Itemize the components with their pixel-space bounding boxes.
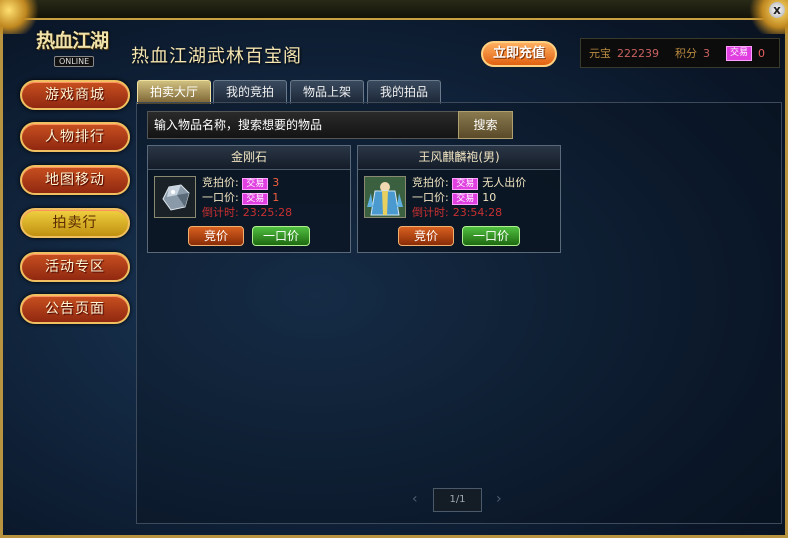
countdown-value: 23:25:28 bbox=[242, 206, 293, 219]
trade-value: 0 bbox=[758, 46, 766, 60]
auction-item-card: 金刚石 竞拍价: 交易 3 一口价: 交易 1 倒计时: 23:25:28 竞价 一口… bbox=[147, 145, 351, 253]
logo-subtext: ONLINE bbox=[54, 56, 95, 67]
close-button[interactable]: x bbox=[769, 2, 785, 18]
auction-item-card: 王风麒麟袍(男) 竞拍价: 交易 无人出价 一口价: 交易 10 倒计时: 23:54… bbox=[357, 145, 561, 253]
countdown-label: 倒计时: bbox=[412, 206, 449, 219]
countdown-label: 倒计时: bbox=[202, 206, 239, 219]
yuanbao-value: 222239 bbox=[617, 46, 659, 60]
sidebar-item-shop[interactable]: 游戏商城 bbox=[20, 80, 130, 110]
sidebar-item-auction[interactable]: 拍卖行 bbox=[20, 208, 130, 238]
title-bar bbox=[0, 0, 788, 20]
buyout-price-value: 1 bbox=[272, 191, 280, 204]
page-indicator: 1/1 bbox=[433, 488, 482, 512]
trade-badge: 交易 bbox=[452, 193, 479, 205]
search-button[interactable]: 搜索 bbox=[458, 111, 513, 139]
item-price-info: 竞拍价: 交易 无人出价 一口价: 交易 10 倒计时: 23:54:28 bbox=[412, 176, 526, 220]
sidebar-item-ranking[interactable]: 人物排行 bbox=[20, 122, 130, 152]
item-name: 金刚石 bbox=[148, 146, 350, 170]
tab-auction-hall[interactable]: 拍卖大厅 bbox=[137, 80, 211, 104]
trade-badge: 交易 bbox=[452, 178, 479, 190]
chevron-right-icon[interactable]: › bbox=[496, 491, 502, 507]
buyout-button[interactable]: 一口价 bbox=[252, 226, 310, 246]
item-price-info: 竞拍价: 交易 3 一口价: 交易 1 倒计时: 23:25:28 bbox=[202, 176, 292, 220]
trade-badge: 交易 bbox=[726, 45, 753, 61]
robe-item-icon[interactable] bbox=[364, 176, 406, 218]
bid-price-label: 竞拍价: bbox=[202, 176, 239, 189]
buyout-price-label: 一口价: bbox=[202, 191, 239, 204]
diamond-item-icon[interactable] bbox=[154, 176, 196, 218]
sidebar-item-map-teleport[interactable]: 地图移动 bbox=[20, 165, 130, 195]
pagination: ‹ 1/1 › bbox=[412, 488, 508, 512]
search-input[interactable]: 输入物品名称，搜索想要的物品 bbox=[147, 111, 459, 139]
tab-my-bids[interactable]: 我的竞拍 bbox=[213, 80, 287, 104]
game-logo: 热血江湖 ONLINE bbox=[36, 26, 122, 76]
buyout-price-value: 10 bbox=[482, 191, 497, 204]
logo-text: 热血江湖 bbox=[36, 30, 109, 52]
sidebar-item-events[interactable]: 活动专区 bbox=[20, 252, 130, 282]
countdown-value: 23:54:28 bbox=[452, 206, 503, 219]
buyout-price-label: 一口价: bbox=[412, 191, 449, 204]
trade-badge: 交易 bbox=[242, 178, 269, 190]
tab-list-item[interactable]: 物品上架 bbox=[290, 80, 364, 104]
chevron-left-icon[interactable]: ‹ bbox=[412, 491, 418, 507]
bid-button[interactable]: 竞价 bbox=[398, 226, 454, 246]
page-title: 热血江湖武林百宝阁 bbox=[131, 46, 302, 67]
tab-my-listings[interactable]: 我的拍品 bbox=[367, 80, 441, 104]
bid-button[interactable]: 竞价 bbox=[188, 226, 244, 246]
currency-panel: 元宝 222239 积分 3 交易 0 bbox=[580, 38, 780, 68]
bid-price-label: 竞拍价: bbox=[412, 176, 449, 189]
points-label: 积分 bbox=[675, 47, 697, 60]
yuanbao-label: 元宝 bbox=[589, 47, 611, 60]
trade-badge: 交易 bbox=[242, 193, 269, 205]
buyout-button[interactable]: 一口价 bbox=[462, 226, 520, 246]
bid-price-value: 无人出价 bbox=[482, 176, 527, 189]
recharge-button[interactable]: 立即充值 bbox=[481, 41, 557, 67]
points-value: 3 bbox=[703, 46, 710, 60]
bid-price-value: 3 bbox=[272, 176, 280, 189]
item-name: 王风麒麟袍(男) bbox=[358, 146, 560, 170]
sidebar-item-announcements[interactable]: 公告页面 bbox=[20, 294, 130, 324]
